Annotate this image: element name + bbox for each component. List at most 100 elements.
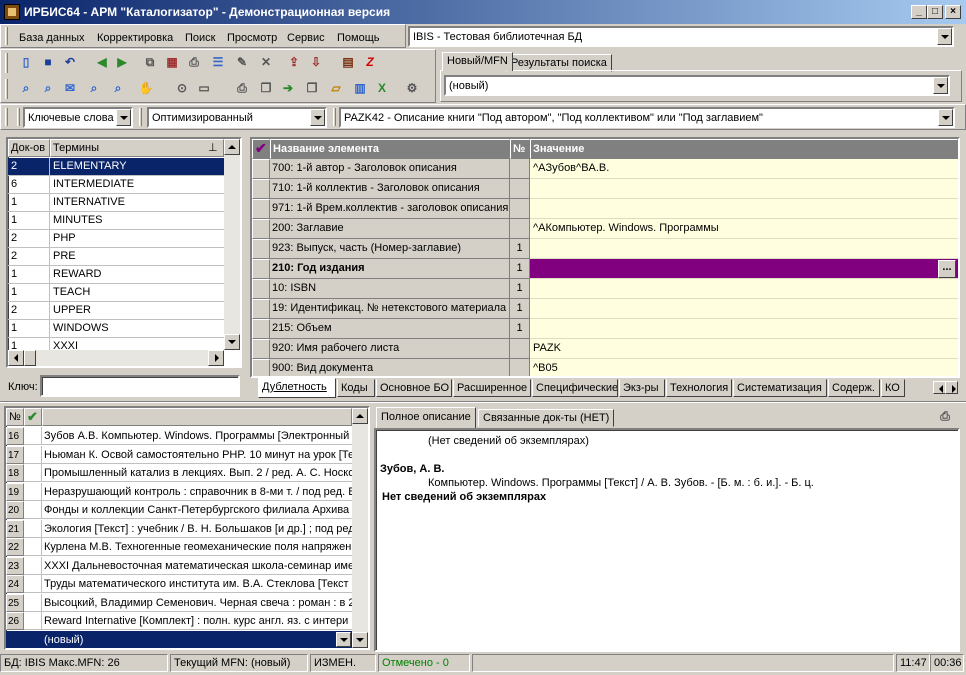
- record-title[interactable]: Курлена М.В. Техногенные геомеханические…: [42, 538, 352, 556]
- record-title[interactable]: Ньюман К. Освой самостоятельно PHP. 10 м…: [42, 446, 352, 464]
- record-row[interactable]: 17 Ньюман К. Освой самостоятельно PHP. 10…: [6, 445, 352, 464]
- record-mark[interactable]: [24, 445, 42, 464]
- database-select[interactable]: IBIS - Тестовая библиотечная БД: [408, 26, 954, 47]
- record-mark[interactable]: [24, 612, 42, 630]
- record-mark[interactable]: [24, 427, 42, 445]
- field-name[interactable]: 19: Идентификац. № нетекстового материал…: [270, 299, 510, 319]
- field-value[interactable]: ^AКомпьютер. Windows. Программы: [530, 219, 958, 239]
- field-row[interactable]: 10: ISBN 1: [252, 279, 958, 299]
- edit-icon[interactable]: ✎: [233, 53, 251, 71]
- record-title[interactable]: Труды математического института им. В.А.…: [42, 575, 352, 593]
- excel-icon[interactable]: X: [373, 79, 391, 97]
- record-row[interactable]: 21 Экология [Текст] : учебник / В. Н. Бол…: [6, 519, 352, 538]
- record-mark[interactable]: [24, 482, 42, 501]
- record-row[interactable]: 20 Фонды и коллекции Санкт-Петербургского…: [6, 501, 352, 519]
- print-icon[interactable]: ⎙: [185, 53, 203, 71]
- record-title[interactable]: Reward Internative [Комплект] : полн. ку…: [42, 612, 352, 630]
- copy-icon[interactable]: ⧉: [141, 53, 159, 71]
- col-field-num[interactable]: №: [510, 139, 530, 159]
- settings-icon[interactable]: ⚙: [403, 79, 421, 97]
- field-name[interactable]: 200: Заглавие: [270, 219, 510, 239]
- minimize-button[interactable]: _: [911, 5, 927, 19]
- tab-10[interactable]: КО: [881, 379, 905, 397]
- field-marker[interactable]: [252, 259, 270, 279]
- chart-icon[interactable]: ▥: [351, 79, 369, 97]
- field-occurrence[interactable]: 1: [510, 239, 530, 259]
- field-marker[interactable]: [252, 339, 270, 359]
- hand-icon[interactable]: ✋: [137, 79, 155, 97]
- field-marker[interactable]: [252, 359, 270, 376]
- record-title[interactable]: Фонды и коллекции Санкт-Петербургского ф…: [42, 501, 352, 519]
- record-title[interactable]: Промышленный катализ в лекциях. Вып. 2 /…: [42, 464, 352, 482]
- pin-icon[interactable]: ⊥: [208, 141, 218, 154]
- record-mark[interactable]: [24, 575, 42, 593]
- field-marker[interactable]: [252, 219, 270, 239]
- field-row[interactable]: 700: 1-й автор - Заголовок описания ^AЗуб…: [252, 159, 958, 179]
- chevron-down-icon[interactable]: [938, 109, 953, 126]
- field-row[interactable]: 971: 1-й Врем.коллектив - заголовок опис…: [252, 199, 958, 219]
- field-occurrence[interactable]: [510, 219, 530, 239]
- field-value[interactable]: [530, 299, 958, 319]
- ellipsis-button[interactable]: ...: [938, 260, 956, 278]
- field-marker[interactable]: [252, 279, 270, 299]
- search-mode-select[interactable]: Ключевые слова: [23, 107, 133, 128]
- field-occurrence[interactable]: [510, 339, 530, 359]
- chevron-down-icon[interactable]: [336, 631, 351, 647]
- check-icon[interactable]: ✔: [252, 139, 270, 159]
- field-name[interactable]: 710: 1-й коллектив - Заголовок описания: [270, 179, 510, 199]
- field-name[interactable]: 10: ISBN: [270, 279, 510, 299]
- dict-row[interactable]: 1 INTERNATIVE: [8, 194, 224, 212]
- record-title[interactable]: Высоцкий, Владимир Семенович. Черная све…: [42, 594, 352, 612]
- field-value[interactable]: [530, 279, 958, 299]
- field-marker[interactable]: [252, 179, 270, 199]
- menu-help[interactable]: Помощь: [337, 32, 380, 44]
- field-value[interactable]: PAZK: [530, 339, 958, 359]
- field-name[interactable]: 923: Выпуск, часть (Номер-заглавие): [270, 239, 510, 259]
- mail-icon[interactable]: ✉: [61, 79, 79, 97]
- tab-1[interactable]: Дублетность: [258, 378, 336, 398]
- field-row[interactable]: 200: Заглавие ^AКомпьютер. Windows. Прогр…: [252, 219, 958, 239]
- dict-row[interactable]: 2 PRE: [8, 248, 224, 266]
- field-marker[interactable]: [252, 159, 270, 179]
- field-name[interactable]: 700: 1-й автор - Заголовок описания: [270, 159, 510, 179]
- dict-row[interactable]: 2 PHP: [8, 230, 224, 248]
- record-mark[interactable]: [24, 464, 42, 482]
- tab-new-mfn[interactable]: Новый/MFN: [442, 52, 513, 71]
- field-row[interactable]: 210: Год издания 1...: [252, 259, 958, 279]
- find-all-icon[interactable]: ⌕: [109, 79, 127, 97]
- field-marker[interactable]: [252, 199, 270, 219]
- records-scrollbar[interactable]: [352, 408, 368, 648]
- folder-icon[interactable]: ▭: [195, 79, 213, 97]
- field-marker[interactable]: [252, 239, 270, 259]
- worksheet-select[interactable]: PAZK42 - Описание книги "Под автором", "…: [339, 107, 955, 128]
- record-row[interactable]: 24 Труды математического института им. В.…: [6, 575, 352, 593]
- scroll-down-icon[interactable]: [352, 632, 368, 648]
- menu-search[interactable]: Поиск: [185, 32, 215, 44]
- dict-col-term[interactable]: Термины: [50, 139, 224, 157]
- record-title[interactable]: XXXI Дальневосточная математическая школ…: [42, 557, 352, 575]
- chevron-down-icon[interactable]: [310, 109, 325, 126]
- menu-service[interactable]: Сервис: [287, 32, 325, 44]
- tab-6[interactable]: Экз-ры: [619, 379, 665, 397]
- folder-open-icon[interactable]: ▱: [327, 79, 345, 97]
- scroll-left-icon[interactable]: [8, 350, 24, 366]
- new-doc-icon[interactable]: ▯: [17, 53, 35, 71]
- dict-row[interactable]: 1 WINDOWS: [8, 320, 224, 338]
- field-marker[interactable]: [252, 319, 270, 339]
- z-icon[interactable]: Z: [361, 53, 379, 71]
- film-icon[interactable]: ▤: [339, 53, 357, 71]
- pages-icon[interactable]: ❐: [257, 79, 275, 97]
- tab-8[interactable]: Систематизация: [733, 379, 827, 397]
- binoculars-icon[interactable]: ⊙: [173, 79, 191, 97]
- print-icon[interactable]: ⎙: [936, 407, 954, 425]
- field-row[interactable]: 215: Объем 1: [252, 319, 958, 339]
- record-row[interactable]: 18 Промышленный катализ в лекциях. Вып. 2…: [6, 464, 352, 482]
- chevron-down-icon[interactable]: [116, 109, 131, 126]
- record-row[interactable]: 26 Reward Internative [Комплект] : полн. …: [6, 612, 352, 630]
- field-name[interactable]: 920: Имя рабочего листа: [270, 339, 510, 359]
- field-occurrence[interactable]: 1: [510, 279, 530, 299]
- field-value[interactable]: [530, 179, 958, 199]
- field-row[interactable]: 920: Имя рабочего листа PAZK: [252, 339, 958, 359]
- export-icon[interactable]: ⇪: [285, 53, 303, 71]
- search-next-icon[interactable]: ⌕: [39, 79, 57, 97]
